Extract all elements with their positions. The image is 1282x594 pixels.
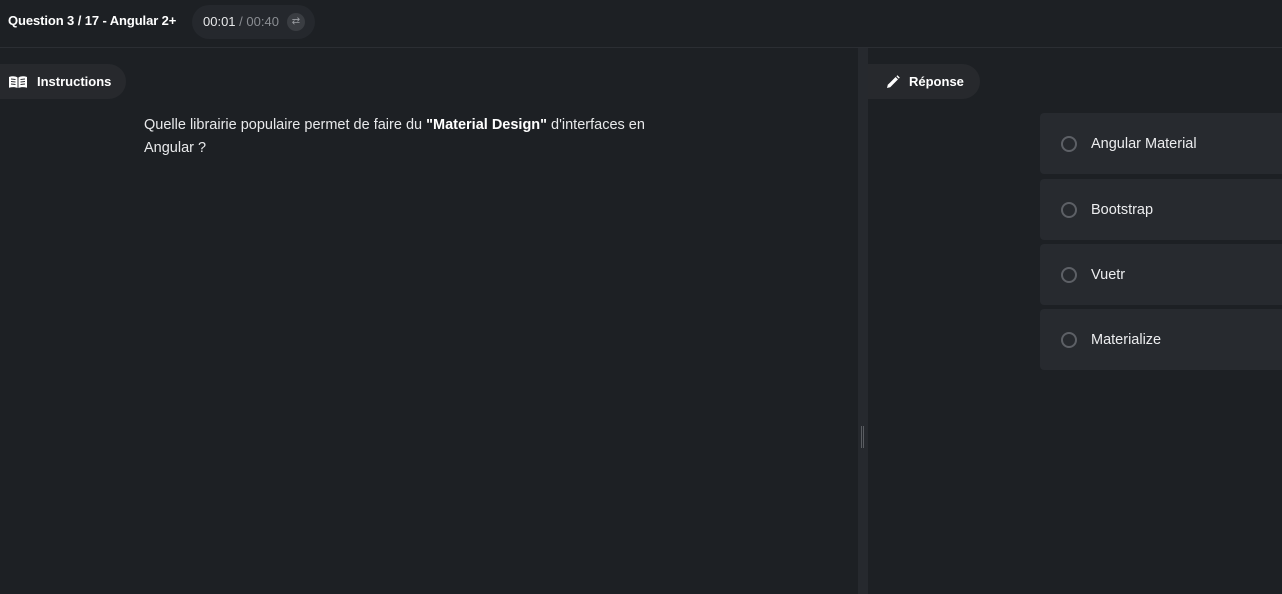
grip-icon: [861, 426, 864, 448]
answer-option-label: Materialize: [1091, 331, 1162, 348]
answer-option-label: Angular Material: [1091, 135, 1197, 152]
question-text-bold: "Material Design": [426, 117, 548, 133]
answer-option[interactable]: Vuetr: [1040, 244, 1282, 305]
radio-button[interactable]: [1061, 135, 1077, 152]
timer-total: 00:40: [246, 14, 279, 29]
answer-option-label: Bootstrap: [1091, 201, 1154, 218]
answer-option[interactable]: Bootstrap: [1040, 179, 1282, 240]
timer-elapsed: 00:01: [203, 14, 236, 29]
instructions-tab-label: Instructions: [37, 74, 112, 89]
question-text-before: Quelle librairie populaire permet de fai…: [144, 117, 427, 133]
pane-resize-handle[interactable]: [858, 48, 868, 594]
instructions-pane: Instructions Quelle librairie populaire …: [0, 48, 858, 594]
timer-separator: /: [235, 14, 247, 29]
response-pane: Réponse Angular Material Bootstrap Vuetr…: [868, 48, 1282, 594]
answer-option[interactable]: Angular Material: [1040, 113, 1282, 174]
swap-arrows-icon[interactable]: ⇄: [287, 13, 305, 31]
book-icon: [9, 75, 27, 88]
response-tab-label: Réponse: [909, 74, 964, 89]
radio-button[interactable]: [1061, 331, 1077, 348]
instructions-tab[interactable]: Instructions: [0, 64, 126, 99]
top-bar: Question 3 / 17 - Angular 2+ 00:01 / 00:…: [0, 0, 1282, 48]
answer-option-label: Vuetr: [1091, 266, 1126, 283]
pencil-icon: [887, 74, 900, 88]
answer-option[interactable]: Materialize: [1040, 309, 1282, 370]
question-title: Question 3 / 17 - Angular 2+: [8, 13, 177, 28]
timer: 00:01 / 00:40 ⇄: [192, 5, 315, 39]
response-tab[interactable]: Réponse: [868, 64, 980, 99]
radio-button[interactable]: [1061, 201, 1077, 218]
question-text: Quelle librairie populaire permet de fai…: [144, 114, 674, 160]
radio-button[interactable]: [1061, 266, 1077, 283]
